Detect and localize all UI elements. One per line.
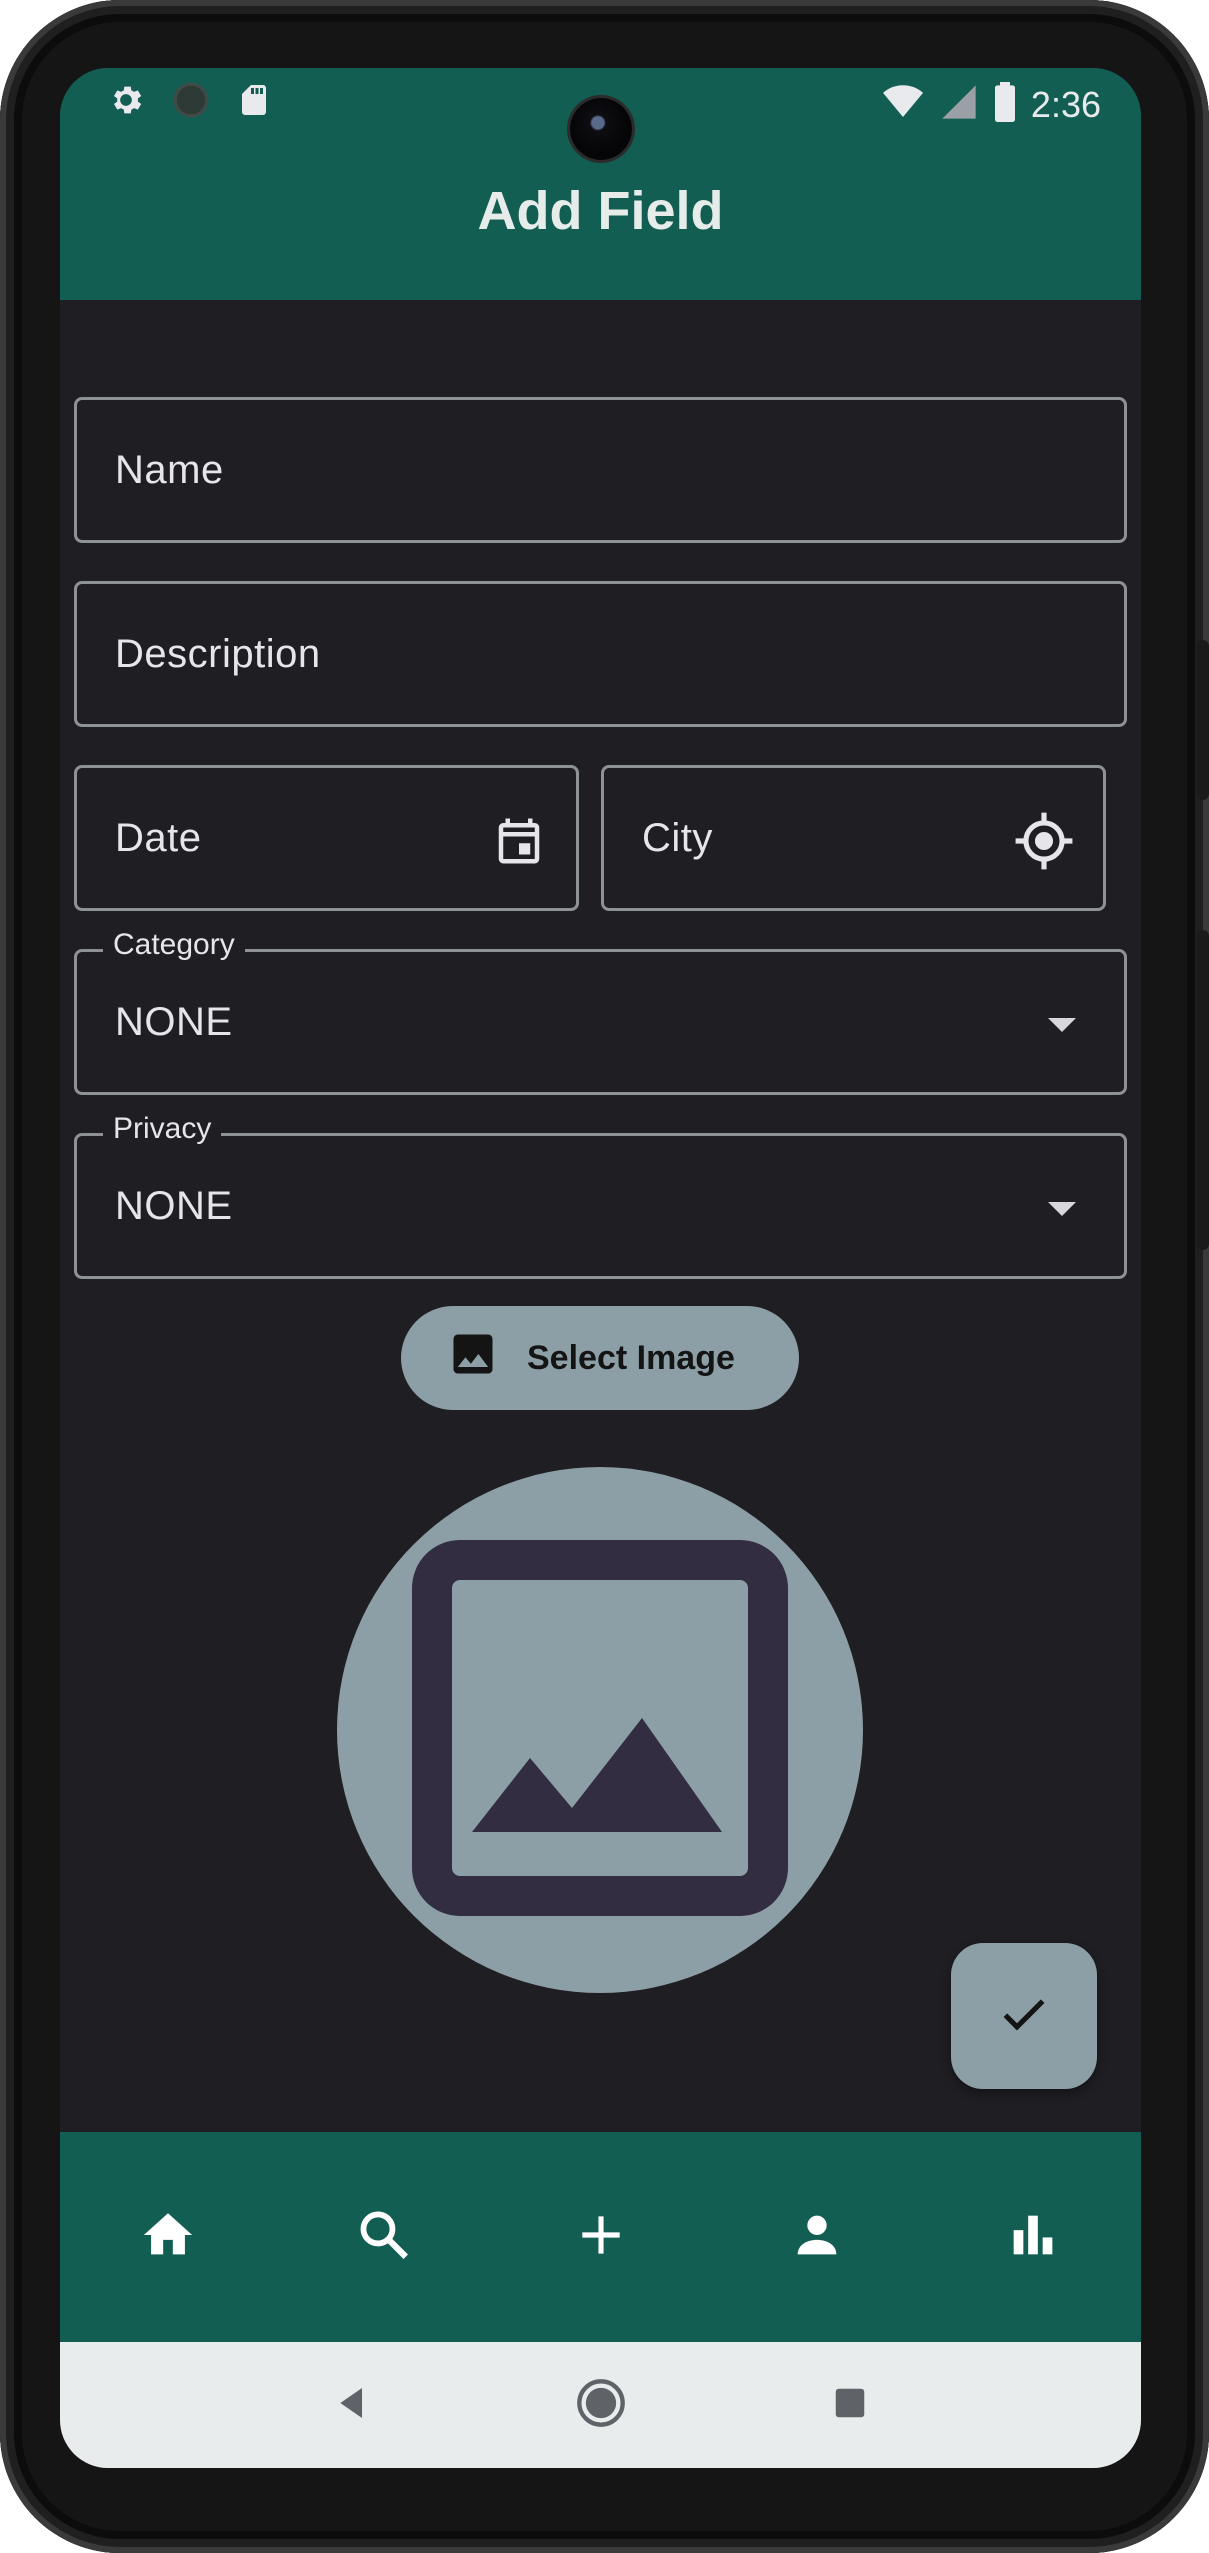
dropdown-arrow-icon[interactable] — [1048, 1018, 1076, 1032]
signal-icon — [939, 82, 979, 127]
my-location-icon[interactable] — [1013, 810, 1075, 882]
settings-icon — [106, 80, 146, 125]
city-field[interactable]: City — [601, 765, 1106, 911]
nav-item-profile[interactable] — [709, 2132, 925, 2342]
status-right-icons: 2:36 — [881, 82, 1101, 127]
privacy-dropdown[interactable]: Privacy NONE — [74, 1112, 1127, 1279]
app-bar: 2:36 Add Field — [60, 68, 1141, 300]
nav-item-search[interactable] — [276, 2132, 492, 2342]
home-icon — [139, 2206, 197, 2269]
nav-item-home[interactable] — [60, 2132, 276, 2342]
image-preview — [337, 1467, 863, 1993]
page-title: Add Field — [477, 181, 724, 241]
sd-card-icon — [236, 80, 272, 125]
nav-item-stats[interactable] — [925, 2132, 1141, 2342]
description-field-label: Description — [115, 631, 321, 676]
circle-icon — [172, 81, 210, 124]
name-field-label: Name — [115, 447, 224, 492]
volume-button — [1197, 930, 1209, 1250]
search-icon — [355, 2206, 413, 2269]
back-icon[interactable] — [332, 2383, 372, 2428]
save-fab[interactable] — [951, 1943, 1097, 2089]
date-field-label: Date — [115, 815, 202, 860]
calendar-icon[interactable] — [492, 814, 546, 878]
add-icon — [573, 2207, 629, 2268]
select-image-button[interactable]: Select Image — [401, 1306, 799, 1410]
status-time: 2:36 — [1030, 83, 1101, 125]
bar-chart-icon — [1004, 2206, 1062, 2269]
status-bar: 2:36 — [60, 68, 1141, 168]
city-field-label: City — [642, 815, 713, 860]
description-field[interactable]: Description — [74, 581, 1127, 727]
category-label: Category — [103, 928, 245, 962]
power-button — [1197, 640, 1209, 800]
battery-icon — [993, 82, 1017, 127]
system-nav-bar — [60, 2342, 1141, 2468]
bottom-nav — [60, 2132, 1141, 2342]
privacy-label: Privacy — [103, 1112, 222, 1146]
screen: 2:36 Add Field Name Description Date Cit… — [60, 68, 1141, 2468]
recents-icon[interactable] — [831, 2384, 869, 2427]
privacy-value: NONE — [115, 1183, 233, 1228]
select-image-label: Select Image — [527, 1338, 735, 1377]
status-left-icons — [106, 80, 272, 125]
image-icon — [447, 1328, 499, 1389]
category-value: NONE — [115, 999, 233, 1044]
image-placeholder-icon — [412, 1539, 788, 1921]
home-circle-icon[interactable] — [575, 2377, 627, 2434]
category-dropdown[interactable]: Category NONE — [74, 928, 1127, 1095]
person-icon — [788, 2206, 846, 2269]
front-camera — [570, 98, 632, 160]
dropdown-arrow-icon[interactable] — [1048, 1202, 1076, 1216]
check-icon — [996, 1986, 1052, 2047]
date-field[interactable]: Date — [74, 765, 579, 911]
nav-item-add[interactable] — [492, 2132, 708, 2342]
wifi-icon — [881, 82, 925, 127]
name-field[interactable]: Name — [74, 397, 1127, 543]
